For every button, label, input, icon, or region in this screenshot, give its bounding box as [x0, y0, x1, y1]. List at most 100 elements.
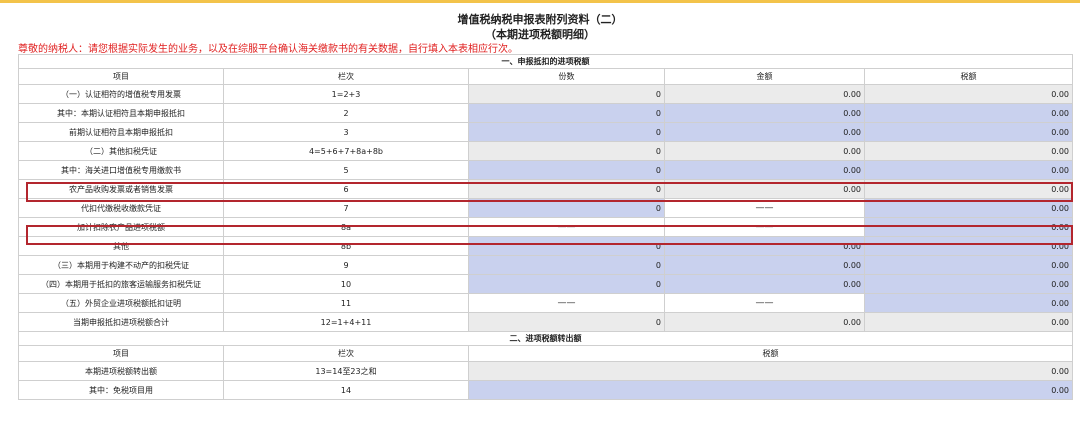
- section1-header-row: 项目 栏次 份数 金额 税额: [18, 68, 1073, 85]
- count-cell: 0: [468, 179, 665, 199]
- row-line: 11: [223, 293, 469, 313]
- row-line: 10: [223, 274, 469, 294]
- row-line: 8b: [223, 236, 469, 256]
- tax-cell: 0.00: [864, 312, 1073, 332]
- header-item: 项目: [18, 68, 224, 85]
- top-accent-line: [0, 0, 1080, 3]
- row-item: （五）外贸企业进项税额抵扣证明: [18, 293, 224, 313]
- table-row: 其中：本期认证相符且本期申报抵扣 2 0 0.00 0.00: [18, 103, 1073, 123]
- row-line: 6: [223, 179, 469, 199]
- row-item: 当期申报抵扣进项税额合计: [18, 312, 224, 332]
- row-line: 14: [223, 380, 469, 400]
- count-cell: 0: [468, 312, 665, 332]
- header-amount: 金额: [664, 68, 865, 85]
- count-cell: 0: [468, 84, 665, 104]
- tax-input[interactable]: 0.00: [864, 217, 1073, 237]
- amount-input[interactable]: 0.00: [664, 274, 865, 294]
- tax-input[interactable]: 0.00: [864, 236, 1073, 256]
- count-input[interactable]: 0: [468, 122, 665, 142]
- row-item: 其他: [18, 236, 224, 256]
- table-row: （一）认证相符的增值税专用发票 1=2+3 0 0.00 0.00: [18, 84, 1073, 104]
- amount-input[interactable]: 0.00: [664, 122, 865, 142]
- count-dash: ——: [468, 293, 665, 313]
- row-item: 农产品收购发票或者销售发票: [18, 179, 224, 199]
- count-input[interactable]: 0: [468, 198, 665, 218]
- header-tax: 税额: [864, 68, 1073, 85]
- amount-cell: 0.00: [664, 84, 865, 104]
- amount-input[interactable]: 0.00: [664, 160, 865, 180]
- tax-input[interactable]: 0.00: [864, 160, 1073, 180]
- table-row: 其中：免税项目用 14 0.00: [18, 380, 1073, 400]
- input-tax-table: 一、申报抵扣的进项税额 项目 栏次 份数 金额 税额 （一）认证相符的增值税专用…: [18, 54, 1073, 400]
- tax-cell: 0.00: [864, 84, 1073, 104]
- tax-input[interactable]: 0.00: [864, 255, 1073, 275]
- table-row: 其中：海关进口增值税专用缴款书 5 0 0.00 0.00: [18, 160, 1073, 180]
- amount-dash: ——: [664, 217, 865, 237]
- amount-cell: 0.00: [664, 179, 865, 199]
- count-input[interactable]: 0: [468, 236, 665, 256]
- table-row: 本期进项税额转出额 13=14至23之和 0.00: [18, 361, 1073, 381]
- row-line: 8a: [223, 217, 469, 237]
- amount-input[interactable]: 0.00: [664, 236, 865, 256]
- row-item: （一）认证相符的增值税专用发票: [18, 84, 224, 104]
- tax-input[interactable]: 0.00: [864, 103, 1073, 123]
- row-line: 3: [223, 122, 469, 142]
- count-cell: 0: [468, 141, 665, 161]
- header-tax: 税额: [468, 345, 1073, 362]
- table-row: （四）本期用于抵扣的旅客运输服务扣税凭证 10 0 0.00 0.00: [18, 274, 1073, 294]
- amount-input[interactable]: 0.00: [664, 103, 865, 123]
- row-item: 本期进项税额转出额: [18, 361, 224, 381]
- row-line: 12=1+4+11: [223, 312, 469, 332]
- tax-input[interactable]: 0.00: [864, 122, 1073, 142]
- tax-input[interactable]: 0.00: [864, 293, 1073, 313]
- header-line: 栏次: [223, 345, 469, 362]
- row-item: 其中：海关进口增值税专用缴款书: [18, 160, 224, 180]
- table-row: 代扣代缴税收缴款凭证 7 0 —— 0.00: [18, 198, 1073, 218]
- row-item: 其中：免税项目用: [18, 380, 224, 400]
- table-row: 其他 8b 0 0.00 0.00: [18, 236, 1073, 256]
- amount-cell: 0.00: [664, 141, 865, 161]
- section2-title-row: 二、进项税额转出额: [18, 331, 1073, 346]
- amount-input[interactable]: 0.00: [664, 255, 865, 275]
- count-input[interactable]: 0: [468, 160, 665, 180]
- notice-text: 尊敬的纳税人：请您根据实际发生的业务，以及在综服平台确认海关缴款书的有关数据，自…: [18, 44, 518, 55]
- row-item: 前期认证相符且本期申报抵扣: [18, 122, 224, 142]
- tax-input[interactable]: 0.00: [468, 380, 1073, 400]
- row-line: 2: [223, 103, 469, 123]
- section2-header-row: 项目 栏次 税额: [18, 345, 1073, 362]
- row-line: 13=14至23之和: [223, 361, 469, 381]
- table-row: （三）本期用于构建不动产的扣税凭证 9 0 0.00 0.00: [18, 255, 1073, 275]
- table-row: （二）其他扣税凭证 4=5+6+7+8a+8b 0 0.00 0.00: [18, 141, 1073, 161]
- row-line: 9: [223, 255, 469, 275]
- table-row: 前期认证相符且本期申报抵扣 3 0 0.00 0.00: [18, 122, 1073, 142]
- row-line: 4=5+6+7+8a+8b: [223, 141, 469, 161]
- table-row: （五）外贸企业进项税额抵扣证明 11 —— —— 0.00: [18, 293, 1073, 313]
- table-row: 当期申报抵扣进项税额合计 12=1+4+11 0 0.00 0.00: [18, 312, 1073, 332]
- row-item: （三）本期用于构建不动产的扣税凭证: [18, 255, 224, 275]
- section2-title: 二、进项税额转出额: [18, 331, 1073, 346]
- row-item: 加计扣除农产品进项税额: [18, 217, 224, 237]
- row-item: （二）其他扣税凭证: [18, 141, 224, 161]
- amount-cell: 0.00: [664, 312, 865, 332]
- header-line: 栏次: [223, 68, 469, 85]
- header-count: 份数: [468, 68, 665, 85]
- count-input[interactable]: 0: [468, 274, 665, 294]
- count-dash: ——: [468, 217, 665, 237]
- row-line: 5: [223, 160, 469, 180]
- count-input[interactable]: 0: [468, 103, 665, 123]
- count-input[interactable]: 0: [468, 255, 665, 275]
- amount-dash: ——: [664, 198, 865, 218]
- row-line: 1=2+3: [223, 84, 469, 104]
- tax-cell: 0.00: [864, 179, 1073, 199]
- table-row: 加计扣除农产品进项税额 8a —— —— 0.00: [18, 217, 1073, 237]
- tax-input[interactable]: 0.00: [864, 198, 1073, 218]
- tax-input[interactable]: 0.00: [864, 274, 1073, 294]
- page-title: 增值税纳税申报表附列资料（二）: [457, 13, 623, 26]
- row-item: （四）本期用于抵扣的旅客运输服务扣税凭证: [18, 274, 224, 294]
- section1-title-row: 一、申报抵扣的进项税额: [18, 54, 1073, 69]
- header-item: 项目: [18, 345, 224, 362]
- row-item: 代扣代缴税收缴款凭证: [18, 198, 224, 218]
- tax-cell: 0.00: [468, 361, 1073, 381]
- section1-title: 一、申报抵扣的进项税额: [18, 54, 1073, 69]
- amount-dash: ——: [664, 293, 865, 313]
